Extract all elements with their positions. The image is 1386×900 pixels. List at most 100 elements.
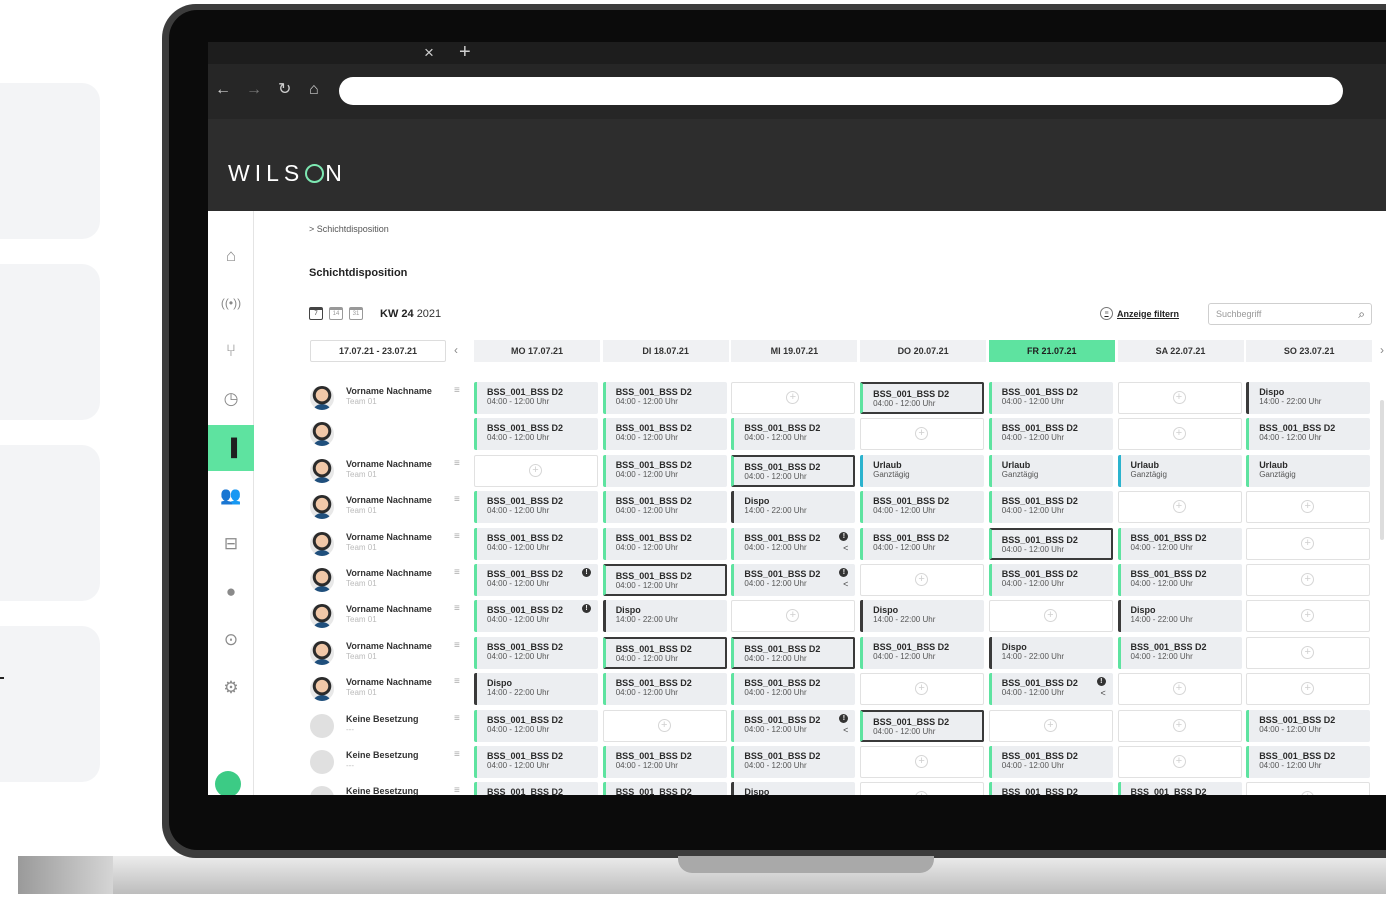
shift-card[interactable]: BSS_001_BSS D2 [1117, 782, 1242, 795]
add-icon[interactable]: + [915, 682, 929, 696]
shift-card[interactable]: BSS_001_BSS D2 04:00 - 12:00 Uhr [860, 709, 985, 742]
empty-shift-slot[interactable]: + [1117, 491, 1242, 524]
empty-shift-slot[interactable]: + [1117, 709, 1242, 742]
empty-shift-slot[interactable]: + [1246, 527, 1371, 560]
row-menu-icon[interactable]: ≡ [454, 494, 460, 505]
user-clock-icon[interactable]: ⊙ [208, 617, 254, 663]
shift-card[interactable]: BSS_001_BSS D2 04:00 - 12:00 Uhr [731, 454, 856, 487]
tab-close-icon[interactable]: × [424, 42, 434, 64]
shift-card[interactable]: Dispo 14:00 - 22:00 Uhr [860, 600, 985, 633]
add-icon[interactable]: + [915, 755, 929, 768]
shift-card[interactable]: BSS_001_BSS D2 04:00 - 12:00 Uhr [860, 527, 985, 560]
avatar[interactable] [310, 495, 334, 520]
address-bar[interactable] [339, 77, 1343, 105]
empty-shift-slot[interactable]: + [860, 746, 985, 778]
empty-shift-slot[interactable]: + [860, 782, 985, 795]
search-icon[interactable]: ⌕ [1358, 307, 1365, 322]
empty-shift-slot[interactable]: + [731, 600, 856, 633]
shift-card[interactable]: BSS_001_BSS D2 04:00 - 12:00 Uhr [731, 636, 856, 669]
chat-button[interactable] [215, 771, 241, 795]
empty-shift-slot[interactable]: + [860, 673, 985, 706]
shift-card[interactable]: BSS_001_BSS D2 04:00 - 12:00 Uhr [474, 636, 598, 669]
info-icon[interactable]: ! [1096, 677, 1106, 687]
shift-card[interactable]: BSS_001_BSS D2 04:00 - 12:00 Uhr [1246, 709, 1371, 742]
row-menu-icon[interactable]: ≡ [454, 640, 460, 651]
shift-card[interactable]: BSS_001_BSS D2 04:00 - 12:00 Uhr [1117, 636, 1242, 669]
empty-shift-slot[interactable]: + [602, 709, 727, 742]
add-icon[interactable]: + [915, 791, 929, 795]
back-icon[interactable]: ← [215, 81, 231, 99]
search-input[interactable]: Suchbegriff ⌕ [1208, 303, 1372, 325]
empty-shift-slot[interactable]: + [1117, 673, 1242, 706]
shift-card[interactable]: Urlaub Ganztägig [988, 454, 1113, 487]
shift-card[interactable]: BSS_001_BSS D2 04:00 - 12:00 Uhr [602, 527, 727, 560]
shift-card[interactable]: Dispo 14:00 - 22:00 Uhr [988, 636, 1113, 669]
filter-link[interactable]: ≡ Anzeige filtern [1100, 307, 1179, 320]
shift-card[interactable]: BSS_001_BSS D2 04:00 - 12:00 Uhr [988, 491, 1113, 524]
empty-shift-slot[interactable]: + [860, 418, 985, 451]
add-icon[interactable]: + [1043, 609, 1057, 623]
add-icon[interactable]: + [1301, 573, 1315, 586]
shift-card[interactable]: BSS_001_BSS D2 04:00 - 12:00 Uhr! < [731, 564, 856, 596]
row-menu-icon[interactable]: ≡ [454, 531, 460, 542]
shift-card[interactable]: BSS_001_BSS D2 [474, 782, 598, 795]
empty-shift-slot[interactable]: + [731, 382, 856, 414]
shift-card[interactable]: BSS_001_BSS D2 04:00 - 12:00 Uhr [988, 564, 1113, 596]
shift-card[interactable]: BSS_001_BSS D2 04:00 - 12:00 Uhr [1117, 527, 1242, 560]
shift-card[interactable]: BSS_001_BSS D2 04:00 - 12:00 Uhr! [474, 600, 598, 633]
shift-card[interactable]: BSS_001_BSS D2 04:00 - 12:00 Uhr [474, 527, 598, 560]
avatar[interactable] [310, 422, 334, 447]
empty-shift-slot[interactable]: + [988, 709, 1113, 742]
add-icon[interactable]: + [915, 427, 929, 441]
day-header[interactable]: MO 17.07.21 [474, 340, 600, 362]
row-menu-icon[interactable]: ≡ [454, 567, 460, 578]
calendar-31-icon[interactable]: 31 [349, 307, 363, 320]
home-nav-icon[interactable]: ⌂ [309, 81, 319, 99]
avatar[interactable] [310, 786, 334, 795]
date-range[interactable]: 17.07.21 - 23.07.21 [310, 340, 446, 362]
train-icon[interactable]: ⊟ [208, 521, 254, 567]
info-icon[interactable]: ! [839, 531, 849, 541]
shift-card[interactable]: BSS_001_BSS D2 04:00 - 12:00 Uhr [860, 382, 985, 414]
shift-card[interactable]: BSS_001_BSS D2 04:00 - 12:00 Uhr [602, 418, 727, 451]
shift-card[interactable]: BSS_001_BSS D2 [602, 782, 727, 795]
shift-card[interactable]: Dispo 14:00 - 22:00 Uhr [1246, 382, 1371, 414]
shift-card[interactable]: BSS_001_BSS D2 04:00 - 12:00 Uhr! < [731, 709, 856, 742]
shift-card[interactable]: BSS_001_BSS D2 04:00 - 12:00 Uhr [988, 418, 1113, 451]
shift-card[interactable]: BSS_001_BSS D2 04:00 - 12:00 Uhr [988, 746, 1113, 778]
empty-shift-slot[interactable]: + [1117, 382, 1242, 414]
day-header[interactable]: FR 21.07.21 [988, 340, 1115, 362]
share-icon[interactable]: < [1101, 689, 1106, 698]
day-header[interactable]: SA 22.07.21 [1117, 340, 1244, 362]
branch-icon[interactable]: ⑂ [208, 328, 254, 374]
empty-shift-slot[interactable]: + [1246, 636, 1371, 669]
shift-card[interactable]: BSS_001_BSS D2 04:00 - 12:00 Uhr! [474, 564, 598, 596]
shift-card[interactable]: Dispo 14:00 - 22:00 Uhr [474, 673, 598, 706]
day-header[interactable]: DI 18.07.21 [602, 340, 729, 362]
chevron-left-icon[interactable]: ‹ [454, 343, 458, 357]
empty-shift-slot[interactable]: + [1117, 418, 1242, 451]
add-icon[interactable]: + [1172, 755, 1186, 768]
add-icon[interactable]: + [1301, 645, 1315, 659]
shift-card[interactable]: BSS_001_BSS D2 04:00 - 12:00 Uhr [731, 746, 856, 778]
shift-card[interactable]: Urlaub Ganztägig [1117, 454, 1242, 487]
avatar[interactable] [310, 713, 334, 738]
shift-card[interactable]: BSS_001_BSS D2 04:00 - 12:00 Uhr [731, 673, 856, 706]
day-header[interactable]: MI 19.07.21 [731, 340, 858, 362]
shift-card[interactable]: Urlaub Ganztägig [860, 454, 985, 487]
shift-card[interactable]: Dispo [731, 782, 856, 795]
shift-card[interactable]: BSS_001_BSS D2 04:00 - 12:00 Uhr [474, 418, 598, 451]
shift-card[interactable]: BSS_001_BSS D2 04:00 - 12:00 Uhr [602, 673, 727, 706]
shift-card[interactable]: BSS_001_BSS D2 04:00 - 12:00 Uhr [1117, 564, 1242, 596]
calendar-7-icon[interactable]: 7 [309, 307, 323, 320]
location-icon[interactable]: ● [208, 569, 254, 615]
team-icon[interactable]: 👥 [208, 473, 254, 519]
empty-shift-slot[interactable]: + [860, 564, 985, 596]
shift-card[interactable]: BSS_001_BSS D2 04:00 - 12:00 Uhr [1246, 418, 1371, 451]
add-icon[interactable]: + [1301, 500, 1315, 514]
add-icon[interactable]: + [1172, 718, 1186, 732]
shift-card[interactable]: Urlaub Ganztägig [1246, 454, 1371, 487]
empty-shift-slot[interactable]: + [1246, 564, 1371, 596]
empty-shift-slot[interactable]: + [474, 454, 598, 487]
row-menu-icon[interactable]: ≡ [454, 385, 460, 396]
